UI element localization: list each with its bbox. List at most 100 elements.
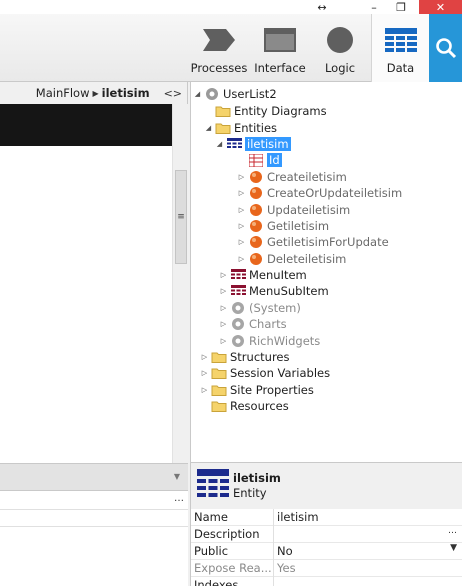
- tree-node-label: Updateiletisim: [267, 203, 351, 217]
- tree-node-entity-iletisim[interactable]: ◢ iletisim: [215, 136, 291, 152]
- lower-panel-header: ▼: [0, 463, 188, 491]
- maximize-button[interactable]: ❐: [393, 0, 409, 14]
- tree-node-session-variables[interactable]: ▷ Session Variables: [200, 365, 330, 381]
- expand-arrow-icon[interactable]: ▷: [219, 271, 228, 279]
- reference-module-icon: [230, 301, 246, 315]
- canvas-header-block: [0, 104, 172, 146]
- tree-node-label: Site Properties: [230, 383, 314, 397]
- tree-node-action[interactable]: ▷ Getiletisim: [237, 218, 329, 234]
- folder-icon: [211, 399, 227, 413]
- collapse-arrow-icon[interactable]: ◢: [204, 124, 213, 132]
- tab-logic[interactable]: Logic: [314, 14, 366, 82]
- scroll-thumb[interactable]: ≡: [175, 170, 187, 264]
- data-icon: [384, 26, 418, 54]
- tree-node-resources[interactable]: Resources: [200, 398, 289, 414]
- folder-icon: [215, 104, 231, 118]
- tab-processes[interactable]: Processes: [190, 14, 248, 82]
- expand-arrow-icon[interactable]: ▷: [237, 206, 246, 214]
- tab-data[interactable]: Data: [371, 14, 429, 82]
- tree-node-label: GetiletisimForUpdate: [267, 235, 389, 249]
- tree-node-action[interactable]: ▷ Createiletisim: [237, 169, 347, 185]
- lower-panel-row[interactable]: …: [0, 491, 188, 510]
- search-button[interactable]: [429, 14, 462, 82]
- tree-node-action[interactable]: ▷ CreateOrUpdateiletisim: [237, 185, 402, 201]
- resize-icon[interactable]: ↔: [314, 0, 330, 14]
- properties-panel: iletisim Entity Name iletisim Descriptio…: [190, 462, 462, 586]
- interface-icon: [263, 26, 297, 54]
- expand-arrow-icon[interactable]: ▷: [237, 238, 246, 246]
- breadcrumb-current: iletisim: [101, 86, 150, 100]
- expand-arrow-icon[interactable]: ▷: [237, 222, 246, 230]
- tree-node-attribute-id[interactable]: Id: [237, 152, 282, 168]
- action-icon: [248, 203, 264, 217]
- expand-arrow-icon[interactable]: ▷: [200, 386, 209, 394]
- expand-arrow-icon[interactable]: ▷: [237, 255, 246, 263]
- expand-arrow-icon[interactable]: ▷: [219, 320, 228, 328]
- app-window: ↔ – ❐ ✕ Processes Interface Logic Data M…: [0, 0, 462, 586]
- property-row-public[interactable]: Public No ▼: [191, 543, 462, 560]
- lower-panel-row[interactable]: [0, 510, 188, 527]
- property-row-name[interactable]: Name iletisim: [191, 509, 462, 526]
- tree-node-entity-diagrams[interactable]: Entity Diagrams: [204, 103, 327, 119]
- expand-arrow-icon[interactable]: ▷: [219, 337, 228, 345]
- tree-node-entity-menuitem[interactable]: ▷ MenuItem: [219, 267, 307, 283]
- vertical-scrollbar[interactable]: ≡ ▼: [172, 104, 188, 494]
- tree-node-action[interactable]: ▷ GetiletisimForUpdate: [237, 234, 389, 250]
- flow-canvas[interactable]: [0, 104, 172, 494]
- lower-panel-body: [0, 527, 188, 586]
- tree-node-entities[interactable]: ◢ Entities: [204, 120, 277, 136]
- expand-arrow-icon[interactable]: ▷: [219, 287, 228, 295]
- ellipsis-icon[interactable]: …: [448, 526, 457, 536]
- property-value[interactable]: Yes: [277, 561, 296, 575]
- expand-arrow-icon[interactable]: ▷: [237, 173, 246, 181]
- folder-open-icon: [215, 121, 231, 135]
- expand-arrow-icon[interactable]: ▷: [200, 353, 209, 361]
- property-value[interactable]: iletisim: [277, 510, 319, 524]
- tree-node-charts[interactable]: ▷ Charts: [219, 316, 287, 332]
- collapse-arrow-icon[interactable]: ◢: [193, 90, 202, 98]
- tree-node-label: MenuSubItem: [249, 284, 329, 298]
- tree-node-structures[interactable]: ▷ Structures: [200, 349, 290, 365]
- attribute-key-icon: [248, 153, 264, 167]
- chevron-down-icon[interactable]: ▼: [174, 472, 180, 481]
- collapse-arrow-icon[interactable]: ◢: [215, 140, 224, 148]
- code-toggle-button[interactable]: <>: [164, 87, 182, 100]
- tree-node-site-properties[interactable]: ▷ Site Properties: [200, 382, 314, 398]
- property-row-description[interactable]: Description …: [191, 526, 462, 543]
- ellipsis-icon[interactable]: …: [174, 493, 184, 504]
- expand-arrow-icon[interactable]: ▷: [200, 369, 209, 377]
- tree-node-action[interactable]: ▷ Updateiletisim: [237, 202, 350, 218]
- tree-node-richwidgets[interactable]: ▷ RichWidgets: [219, 333, 321, 349]
- property-value[interactable]: No: [277, 544, 293, 558]
- property-row-expose-readonly[interactable]: Expose Rea... Yes: [191, 560, 462, 577]
- expand-arrow-icon[interactable]: ▷: [237, 189, 246, 197]
- tree-node-label: Deleteiletisim: [267, 252, 347, 266]
- tree-node-root[interactable]: ◢ UserList2: [193, 86, 277, 102]
- tab-processes-label: Processes: [190, 61, 248, 75]
- tree-node-label: Charts: [249, 317, 287, 331]
- close-button[interactable]: ✕: [419, 0, 462, 14]
- property-row-indexes[interactable]: Indexes: [191, 577, 462, 586]
- properties-subtitle: Entity: [233, 486, 267, 500]
- action-icon: [248, 170, 264, 184]
- tree-node-entity-menusubitem[interactable]: ▷ MenuSubItem: [219, 283, 329, 299]
- breadcrumb-flow[interactable]: MainFlow: [36, 86, 90, 100]
- module-icon: [204, 87, 220, 101]
- tree-node-label: Entity Diagrams: [234, 104, 327, 118]
- property-key: Indexes: [194, 578, 239, 586]
- expand-arrow-icon[interactable]: ▷: [219, 304, 228, 312]
- reference-module-icon: [230, 317, 246, 331]
- tree-node-system[interactable]: ▷ (System): [219, 300, 301, 316]
- action-icon: [248, 252, 264, 266]
- action-icon: [248, 235, 264, 249]
- entity-icon: [230, 268, 246, 282]
- minimize-button[interactable]: –: [366, 0, 382, 14]
- entity-icon: [197, 469, 229, 502]
- dropdown-arrow-icon[interactable]: ▼: [450, 543, 457, 553]
- tab-interface[interactable]: Interface: [253, 14, 307, 82]
- tab-logic-label: Logic: [324, 61, 356, 75]
- tree-node-action[interactable]: ▷ Deleteiletisim: [237, 251, 347, 267]
- folder-icon: [211, 366, 227, 380]
- breadcrumb-separator-icon: ▶: [92, 88, 99, 98]
- tree-node-label: Structures: [230, 350, 290, 364]
